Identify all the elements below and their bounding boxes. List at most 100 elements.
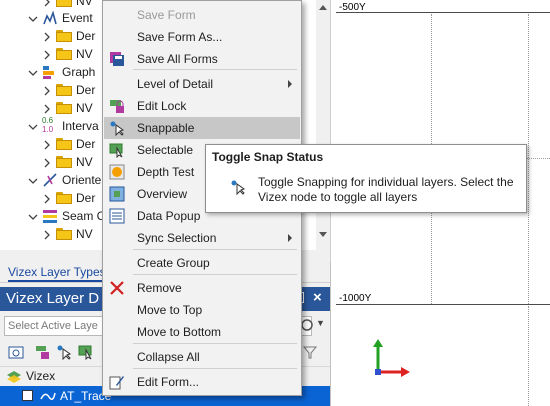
chevron-right-icon[interactable] (42, 85, 52, 96)
tab-vizex-layer-types-label: Vizex Layer Types (8, 265, 106, 282)
vizex-layers-icon (7, 371, 21, 383)
grid-label-500y: -500Y (339, 2, 366, 13)
tree-item-label: NV (76, 101, 93, 115)
save-all-icon (109, 51, 125, 67)
menu-item-label: Depth Test (137, 165, 195, 179)
interval-icon-bottom: 1.0 (42, 125, 54, 134)
menu-item-save-form[interactable]: Save Form (104, 4, 300, 26)
menu-item-label: Collapse All (137, 350, 200, 364)
menu-item-label: Selectable (137, 143, 194, 157)
graph-icon (42, 64, 58, 80)
chevron-down-icon[interactable] (28, 13, 38, 23)
menu-item-label: Edit Form... (137, 375, 200, 389)
chevron-right-icon[interactable] (42, 49, 52, 60)
menu-item-level-of-detail[interactable]: Level of Detail (104, 73, 300, 95)
chevron-right-icon[interactable] (42, 139, 52, 150)
chevron-down-icon[interactable] (28, 67, 38, 77)
submenu-arrow-icon (288, 234, 292, 242)
menu-separator (133, 69, 297, 70)
chevron-right-icon[interactable] (42, 193, 52, 204)
tree-item[interactable]: NV (42, 153, 93, 171)
close-icon[interactable]: × (313, 289, 322, 306)
snappable-icon (231, 180, 246, 195)
tooltip-title: Toggle Snap Status (212, 150, 324, 164)
tree-item-label: Graph (62, 65, 96, 79)
tree-item-label: NV (76, 0, 93, 8)
selectable-icon[interactable] (78, 344, 94, 360)
interval-icon: 0.6 1.0 (42, 116, 58, 134)
menu-item-label: Create Group (137, 256, 210, 270)
chevron-down-icon[interactable] (28, 211, 38, 221)
tree-item[interactable]: Der (42, 81, 95, 99)
tree-root-label: Vizex (26, 369, 56, 383)
tree-item[interactable]: NV (42, 45, 93, 63)
tree-item[interactable]: NV (42, 225, 93, 243)
edit-form-icon (109, 374, 125, 390)
tree-item[interactable]: Der (42, 189, 95, 207)
menu-item-move-to-top[interactable]: Move to Top (104, 299, 300, 321)
snap-tooltip: Toggle Snap Status Toggle Snapping for i… (205, 144, 527, 213)
folder-icon (56, 84, 72, 96)
tree-item[interactable]: Event (28, 9, 93, 27)
chevron-down-icon[interactable] (28, 121, 38, 131)
menu-item-label: Remove (137, 281, 182, 295)
active-layer-placeholder: Select Active Laye (8, 320, 98, 332)
tree-item-label: Oriente (62, 173, 102, 187)
axis-triad-icon (373, 339, 410, 377)
menu-item-move-to-bottom[interactable]: Move to Bottom (104, 321, 300, 343)
menu-item-save-form-as[interactable]: Save Form As... (104, 26, 300, 48)
tree-item[interactable]: Der (42, 135, 95, 153)
menu-item-edit-lock[interactable]: Edit Lock (104, 95, 300, 117)
chevron-down-icon[interactable] (28, 175, 38, 185)
menu-separator (133, 249, 297, 250)
tree-item-label: Der (76, 137, 96, 151)
tree-item-label: Der (76, 29, 96, 43)
tooltip-text: Toggle Snapping for individual layers. S… (258, 175, 514, 204)
chevron-right-icon[interactable] (42, 229, 52, 240)
edit-lock-icon (109, 98, 125, 114)
chevron-down-icon[interactable]: ▼ (316, 318, 325, 328)
chevron-right-icon[interactable] (42, 103, 52, 114)
menu-item-edit-form[interactable]: Edit Form... (104, 371, 300, 393)
scroll-down-icon[interactable] (319, 232, 327, 237)
tree-item[interactable]: Der (42, 27, 95, 45)
event-icon (42, 10, 58, 26)
tree-item[interactable]: 0.6 1.0 Interva (28, 116, 99, 135)
menu-item-label: Save Form As... (137, 30, 223, 44)
tree-item[interactable]: Oriente (28, 171, 101, 189)
menu-item-remove[interactable]: Remove (104, 277, 300, 299)
tree-item-label: NV (76, 155, 93, 169)
menu-item-collapse-all[interactable]: Collapse All (104, 346, 300, 368)
tree-item-label: NV (76, 227, 93, 241)
menu-separator (133, 368, 297, 369)
dock-title: Vizex Layer D (6, 290, 100, 307)
menu-item-sync-selection[interactable]: Sync Selection (104, 227, 300, 249)
tree-item[interactable]: NV (42, 99, 93, 117)
layer-visibility-checkbox[interactable] (22, 390, 33, 401)
snappable-icon[interactable] (56, 344, 72, 360)
grid-line-500y (336, 12, 550, 13)
menu-item-save-all-forms[interactable]: Save All Forms (104, 48, 300, 70)
tree-item[interactable]: Seam C (28, 207, 105, 225)
folder-icon (56, 30, 72, 42)
menu-item-label: Move to Bottom (137, 325, 222, 339)
scroll-up-icon[interactable] (319, 5, 327, 10)
data-popup-icon (109, 208, 125, 224)
dotted-grid-v3 (528, 306, 530, 406)
layer-props-icon[interactable] (8, 344, 24, 360)
tree-vertical-scrollbar[interactable] (316, 0, 330, 262)
edit-lock-icon[interactable] (34, 344, 50, 360)
depth-test-icon (109, 164, 125, 180)
chevron-right-icon[interactable] (42, 0, 52, 7)
tree-item-label: Interva (62, 119, 99, 133)
filter-icon[interactable] (302, 344, 318, 360)
chevron-right-icon[interactable] (42, 31, 52, 42)
menu-item-label: Save All Forms (137, 52, 218, 66)
chevron-right-icon[interactable] (42, 157, 52, 168)
tree-item-label: Der (76, 83, 96, 97)
search-icon[interactable] (300, 318, 314, 332)
menu-item-create-group[interactable]: Create Group (104, 252, 300, 274)
menu-item-snappable[interactable]: Snappable (104, 117, 300, 139)
orientation-icon (42, 172, 58, 188)
tree-item[interactable]: Graph (28, 63, 95, 81)
